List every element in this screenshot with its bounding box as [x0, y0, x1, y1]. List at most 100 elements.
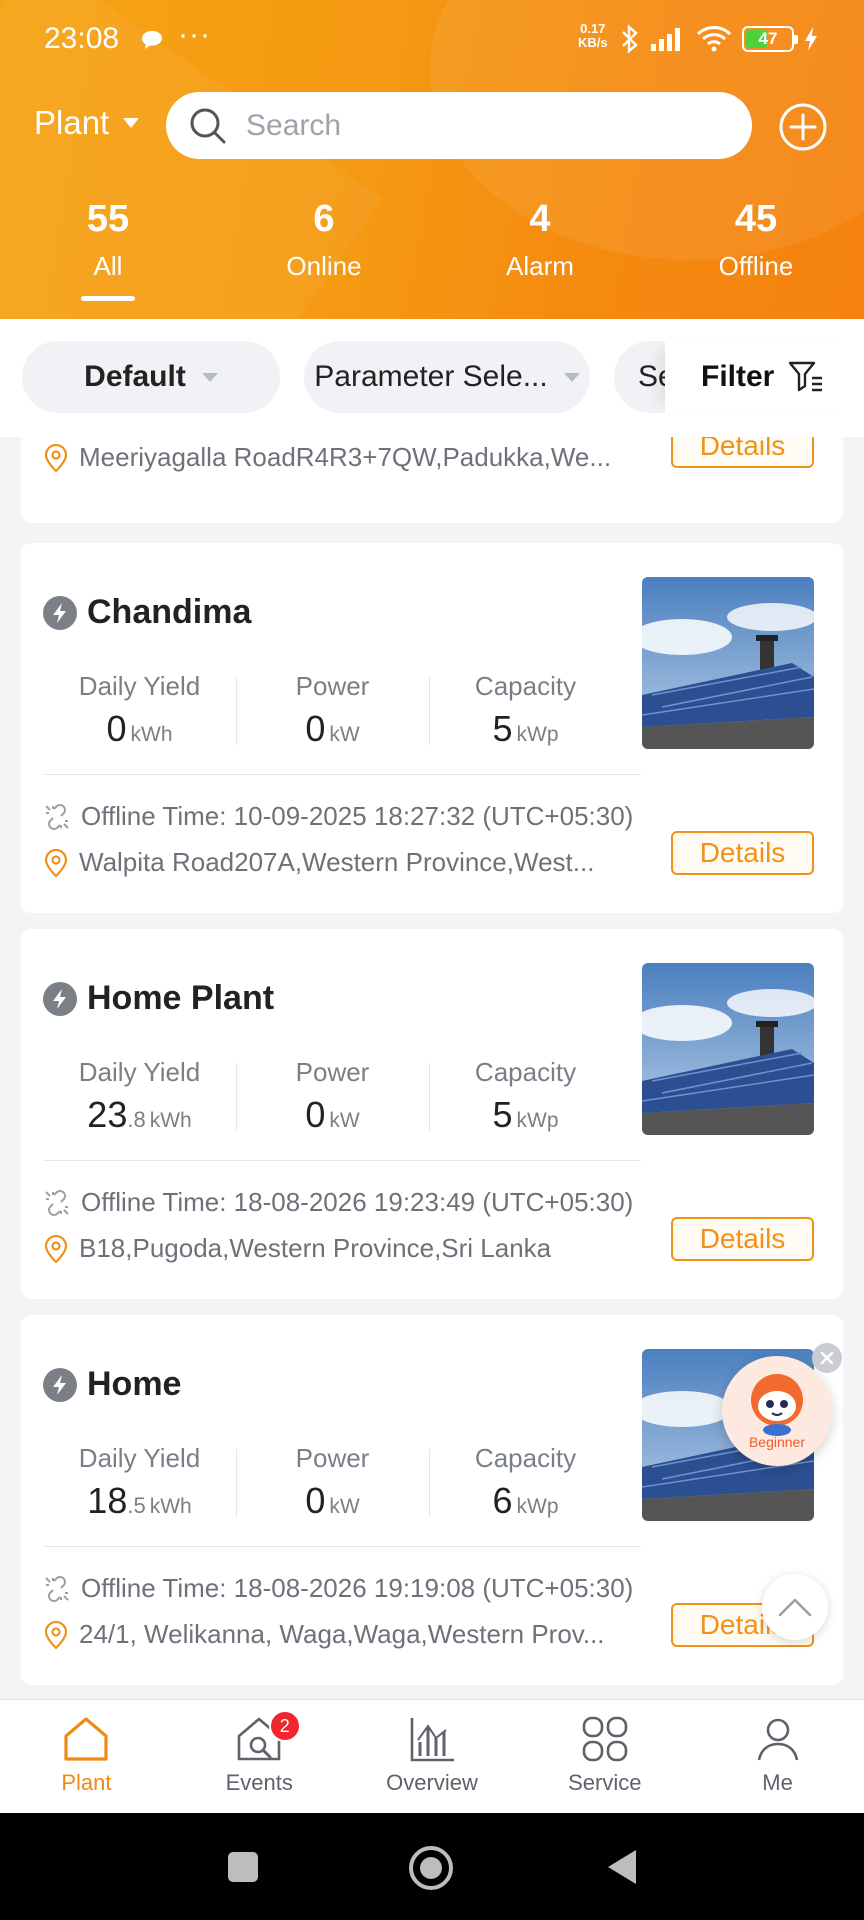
signal-icon — [651, 28, 680, 51]
status-time: 23:08 — [44, 22, 120, 55]
location-pin-icon — [44, 443, 68, 473]
beginner-label: Beginner — [748, 1434, 806, 1450]
plant-card-home-plant[interactable]: Home Plant Daily Yield 23.8 kWh Power 0 kW… — [21, 929, 843, 1299]
search-input[interactable] — [246, 108, 706, 143]
capacity-unit: kWp — [516, 723, 559, 746]
power-value: 0 — [305, 1094, 326, 1135]
offline-link-icon — [45, 1189, 69, 1216]
plant-address: Walpita Road207A,Western Province,West..… — [79, 847, 595, 877]
all-count: 55 — [86, 198, 130, 240]
capacity-label: Capacity — [474, 1443, 577, 1473]
header: 23:08 ··· 0.17 KB/s 47 Plant 55 All — [0, 0, 864, 319]
status-icons: 47 — [620, 22, 818, 56]
power-label: Power — [295, 1443, 370, 1473]
active-tab-indicator — [81, 296, 135, 301]
divider — [43, 774, 641, 775]
sort-default-dropdown[interactable]: Default — [22, 341, 280, 413]
plant-address: B18,Pugoda,Western Province,Sri Lanka — [79, 1233, 552, 1263]
address-row: Meeriyagalla RoadR4R3+7QW,Padukka,We... — [43, 442, 611, 473]
capacity-label: Capacity — [474, 1057, 577, 1087]
recent-apps-icon[interactable] — [226, 1850, 260, 1884]
plant-thumbnail[interactable] — [642, 963, 814, 1135]
divider — [43, 1160, 641, 1161]
plant-card-home[interactable]: Home Daily Yield 18.5 kWh Power 0 kW Capac… — [21, 1315, 843, 1685]
battery-level: 47 — [758, 29, 778, 48]
daily-yield-value: 18 — [87, 1480, 128, 1521]
bottom-nav: Plant 2 Events Overview Service Me — [0, 1699, 864, 1813]
details-button[interactable]: Details — [671, 437, 814, 468]
bar-chart-icon — [410, 1718, 454, 1762]
nav-label: Service — [568, 1770, 642, 1795]
daily-yield: Daily Yield 0 kWh — [43, 671, 236, 751]
filter-bar: Default Parameter Sele... Se Filter — [0, 319, 864, 437]
beginner-guide-button[interactable]: Beginner — [722, 1356, 832, 1466]
capacity: Capacity 6 kWp — [429, 1443, 622, 1523]
plant-metrics: Daily Yield 0 kWh Power 0 kW Capacity 5 kWp — [43, 671, 623, 751]
daily-yield-value: 0 — [106, 708, 127, 749]
add-plant-icon[interactable] — [778, 102, 828, 152]
daily-yield-unit: kWh — [130, 723, 173, 746]
nav-label: Me — [762, 1770, 793, 1795]
lightning-icon — [43, 595, 77, 630]
power-label: Power — [295, 671, 370, 701]
plant-thumbnail[interactable] — [642, 577, 814, 749]
net-speed-unit: KB/s — [578, 35, 608, 50]
plant-list[interactable]: Meeriyagalla RoadR4R3+7QW,Padukka,We... … — [0, 437, 864, 1699]
close-icon[interactable] — [812, 1343, 842, 1373]
online-label: Online — [286, 251, 362, 281]
nav-label: Events — [225, 1770, 293, 1795]
plant-card-partial[interactable]: Meeriyagalla RoadR4R3+7QW,Padukka,We... … — [21, 437, 843, 523]
parameter-select-label: Parameter Sele... — [314, 360, 548, 393]
plant-type-dropdown[interactable]: Plant — [34, 104, 140, 142]
tab-alarm[interactable]: 4 Alarm — [432, 198, 648, 282]
lightning-icon — [43, 981, 77, 1016]
offline-time: Offline Time: 18-08-2026 19:19:08 (UTC+0… — [81, 1573, 634, 1603]
plant-type-label: Plant — [34, 104, 110, 141]
online-count: 6 — [313, 198, 335, 240]
address-row: Walpita Road207A,Western Province,West..… — [43, 847, 594, 878]
daily-yield: Daily Yield 18.5 kWh — [43, 1443, 236, 1523]
address-row: B18,Pugoda,Western Province,Sri Lanka — [43, 1233, 551, 1264]
capacity-value: 6 — [492, 1480, 513, 1521]
tab-online[interactable]: 6 Online — [216, 198, 432, 282]
search-bar[interactable] — [166, 92, 752, 159]
daily-yield-label: Daily Yield — [78, 671, 201, 701]
caret-down-icon — [201, 372, 218, 382]
power: Power 0 kW — [236, 671, 429, 751]
nav-tab-me[interactable]: Me — [691, 1700, 864, 1813]
grid-icon — [582, 1716, 628, 1762]
filter-label: Filter — [701, 360, 775, 393]
power: Power 0 kW — [236, 1057, 429, 1137]
offline-count: 45 — [734, 198, 778, 240]
power-value: 0 — [305, 708, 326, 749]
offline-time: Offline Time: 18-08-2026 19:23:49 (UTC+0… — [81, 1187, 634, 1217]
details-button[interactable]: Details — [671, 831, 814, 875]
offline-time-row: Offline Time: 18-08-2026 19:23:49 (UTC+0… — [43, 1187, 633, 1218]
scroll-to-top-button[interactable] — [762, 1574, 828, 1640]
plant-name: Home Plant — [87, 979, 275, 1017]
parameter-select-dropdown[interactable]: Parameter Sele... — [304, 341, 590, 413]
filter-button[interactable]: Filter — [665, 341, 864, 413]
capacity-unit: kWp — [516, 1495, 559, 1518]
back-icon[interactable] — [604, 1848, 638, 1886]
nav-tab-plant[interactable]: Plant — [0, 1700, 173, 1813]
nav-label: Overview — [386, 1770, 478, 1795]
offline-label: Offline — [718, 251, 794, 281]
home-button-icon[interactable] — [408, 1845, 454, 1891]
power-label: Power — [295, 1057, 370, 1087]
nav-tab-overview[interactable]: Overview — [346, 1700, 519, 1813]
nav-tab-service[interactable]: Service — [518, 1700, 691, 1813]
plant-card-chandima[interactable]: Chandima Daily Yield 0 kWh Power 0 kW Capa… — [21, 543, 843, 913]
net-speed-value: 0.17 — [580, 21, 606, 36]
lightning-icon — [43, 1367, 77, 1402]
details-button[interactable]: Details — [671, 1217, 814, 1261]
tab-all[interactable]: 55 All — [0, 198, 216, 282]
power-unit: kW — [329, 1495, 360, 1518]
location-pin-icon — [44, 1234, 68, 1264]
daily-yield-value: 23 — [87, 1094, 128, 1135]
location-pin-icon — [44, 848, 68, 878]
tab-offline[interactable]: 45 Offline — [648, 198, 864, 282]
charging-icon — [805, 27, 817, 51]
nav-tab-events[interactable]: 2 Events — [173, 1700, 346, 1813]
offline-time-row: Offline Time: 10-09-2025 18:27:32 (UTC+0… — [43, 801, 633, 832]
